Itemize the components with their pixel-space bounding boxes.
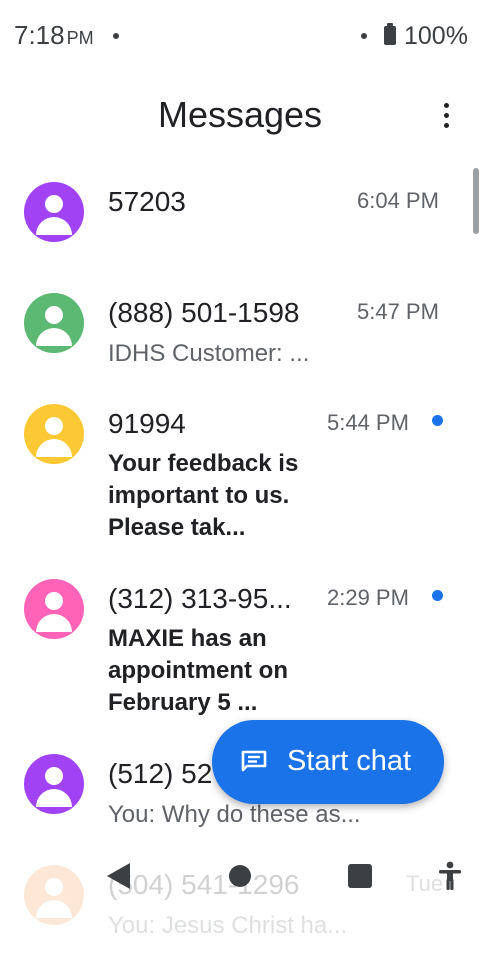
- more-vert-icon[interactable]: [432, 100, 460, 132]
- unread-indicator: [432, 590, 443, 601]
- conversation-item[interactable]: 91994 5:44 PM Your feedback is important…: [0, 394, 480, 554]
- navigation-bar: [0, 845, 480, 905]
- avatar: [24, 182, 84, 242]
- conversation-snippet: You: Jesus Christ ha...: [108, 912, 348, 939]
- conversation-snippet: Your feedback is important to us. Please…: [108, 450, 299, 541]
- conversation-name: (888) 501-1598: [108, 297, 300, 328]
- conversation-snippet: IDHS Customer: ...: [108, 340, 310, 367]
- back-icon[interactable]: [107, 863, 130, 889]
- avatar: [24, 579, 84, 639]
- app-bar: Messages: [0, 80, 480, 156]
- battery-level: 100%: [404, 22, 468, 50]
- conversation-time: 6:04 PM: [357, 188, 439, 213]
- conversation-snippet: You: Why do these as...: [108, 801, 361, 828]
- conversation-item[interactable]: (888) 501-1598 5:47 PM IDHS Customer: ..…: [0, 283, 480, 383]
- conversation-item[interactable]: (312) 313-95... 2:29 PM MAXIE has an app…: [0, 569, 480, 729]
- conversation-name: (312) 313-95...: [108, 583, 292, 614]
- chat-icon: [241, 750, 267, 772]
- conversation-name: 91994: [108, 408, 186, 439]
- conversation-name: 57203: [108, 186, 186, 217]
- start-chat-label: Start chat: [287, 745, 412, 777]
- start-chat-button[interactable]: Start chat: [212, 720, 444, 804]
- conversation-time: 2:29 PM: [327, 585, 409, 610]
- accessibility-icon[interactable]: [436, 861, 464, 891]
- status-bar: 7:18 PM 100%: [0, 0, 480, 72]
- page-title: Messages: [157, 94, 323, 135]
- notification-dot-icon: [113, 33, 119, 39]
- notification-dot-icon: [361, 33, 367, 39]
- status-time: 7:18 PM: [14, 20, 94, 50]
- avatar: [24, 404, 84, 464]
- avatar: [24, 754, 84, 814]
- home-icon[interactable]: [229, 865, 251, 887]
- avatar: [24, 293, 84, 353]
- conversation-time: 5:44 PM: [327, 410, 409, 435]
- unread-indicator: [432, 415, 443, 426]
- conversation-snippet: MAXIE has an appointment on February 5 .…: [108, 625, 288, 716]
- conversation-time: 5:47 PM: [357, 299, 439, 324]
- conversation-name: (512) 52: [108, 758, 213, 789]
- recents-icon[interactable]: [348, 864, 372, 888]
- conversation-item[interactable]: 57203 6:04 PM: [0, 172, 480, 272]
- battery-icon: [384, 23, 396, 45]
